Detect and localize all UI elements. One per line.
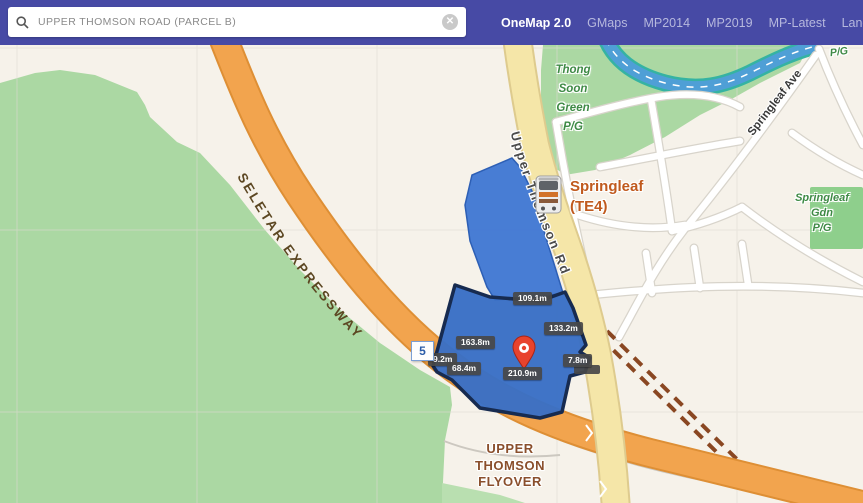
measurement-label: 109.1m xyxy=(513,292,552,305)
map-canvas[interactable]: SELETAR EXPRESSWAY Upper Thomson Rd Thon… xyxy=(0,45,863,503)
measurement-label: 133.2m xyxy=(544,322,583,335)
parcel-number-badge: 5 xyxy=(411,341,434,361)
tab-mp2019[interactable]: MP2019 xyxy=(706,16,753,30)
mrt-station-icon xyxy=(536,176,561,213)
springleaf-gdn-park xyxy=(810,187,863,249)
measurement-label: 163.8m xyxy=(456,336,495,349)
search-input[interactable] xyxy=(36,15,442,29)
map-base-layer: SELETAR EXPRESSWAY Upper Thomson Rd xyxy=(0,45,863,503)
top-bar: ✕ OneMap 2.0 GMaps MP2014 MP2019 MP-Late… xyxy=(0,0,863,45)
parcel-b-polygon[interactable] xyxy=(433,285,590,418)
measurement-label: 68.4m xyxy=(447,362,481,375)
tab-mp-latest[interactable]: MP-Latest xyxy=(769,16,826,30)
measurement-label: 7.8m xyxy=(563,354,592,367)
map-source-tabs: OneMap 2.0 GMaps MP2014 MP2019 MP-Latest… xyxy=(501,0,863,45)
search-icon xyxy=(16,16,29,29)
tab-onemap[interactable]: OneMap 2.0 xyxy=(501,16,571,30)
tab-mp2014[interactable]: MP2014 xyxy=(643,16,690,30)
tab-landlot[interactable]: LandLot xyxy=(842,16,863,30)
green-patch-flyover xyxy=(442,483,525,503)
measurement-label: 210.9m xyxy=(503,367,542,380)
tab-gmaps[interactable]: GMaps xyxy=(587,16,627,30)
search-bar[interactable]: ✕ xyxy=(8,7,466,37)
clear-search-icon[interactable]: ✕ xyxy=(442,14,458,30)
